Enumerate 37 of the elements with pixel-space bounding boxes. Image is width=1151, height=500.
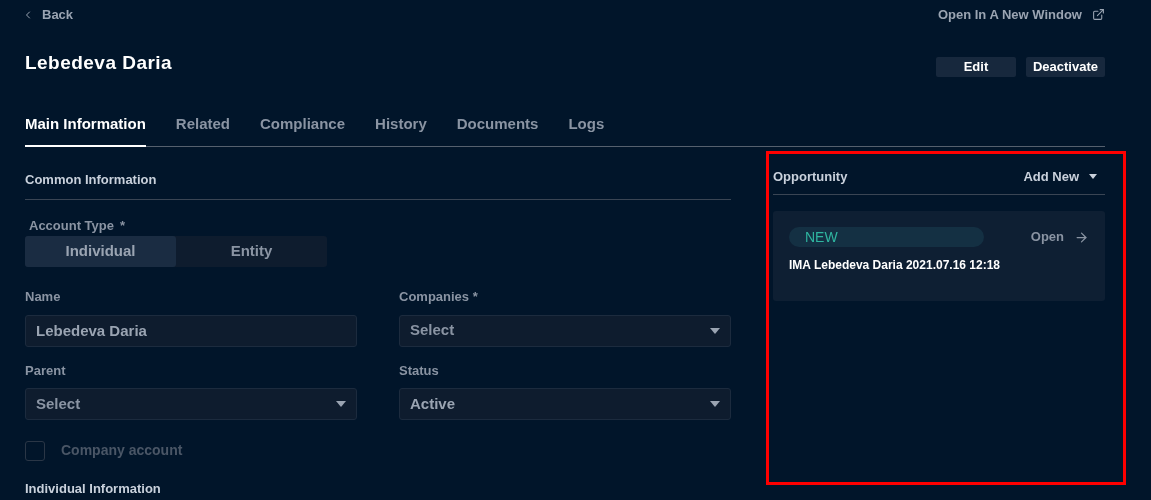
field-label: Parent	[25, 361, 67, 380]
required-mark: *	[120, 216, 126, 235]
segment-option[interactable]: Entity	[176, 236, 327, 267]
segment-option[interactable]: Individual	[25, 236, 176, 267]
caret-icon	[710, 401, 720, 407]
open-new-window-link[interactable]: Open In A New Window	[937, 5, 1105, 25]
tab[interactable]: Related	[175, 113, 230, 147]
field-label: Account Type	[29, 216, 114, 235]
caret-icon	[336, 401, 346, 407]
opportunity-name: IMA Lebedeva Daria 2021.07.16 12:18	[789, 257, 1001, 274]
tab[interactable]: Logs	[568, 113, 605, 147]
tab[interactable]: Compliance	[260, 113, 346, 147]
tab[interactable]: History	[375, 113, 427, 147]
caret-icon	[1089, 173, 1097, 179]
select-field[interactable]: Active	[399, 388, 731, 420]
section-title: Opportunity	[773, 167, 848, 186]
status-tag: NEW	[789, 227, 984, 247]
select-field[interactable]: Select	[25, 388, 357, 420]
open-link[interactable]: Open	[1030, 227, 1089, 247]
deactivate-button[interactable]: Deactivate	[1025, 56, 1105, 77]
caret-icon	[710, 327, 720, 334]
section-title: Individual Information	[25, 480, 162, 498]
field-label: Companies *	[399, 288, 479, 306]
back-link[interactable]: Back	[22, 5, 74, 25]
external-link-icon	[1092, 8, 1105, 22]
field-label: Status	[399, 361, 440, 380]
select-field[interactable]: Select	[399, 314, 731, 347]
edit-button[interactable]: Edit	[935, 56, 1016, 77]
field-label: Name	[25, 288, 62, 306]
tab[interactable]: Documents	[456, 113, 539, 147]
tab[interactable]: Main Information	[25, 113, 146, 147]
section-title: Common Information	[25, 171, 157, 187]
add-new-dropdown[interactable]: Add New	[1023, 166, 1105, 186]
page-title: Lebedeva Daria	[25, 50, 173, 75]
checkbox-label: Company account	[61, 441, 183, 460]
name-field[interactable]: Lebedeva Daria	[25, 314, 357, 347]
arrow-right-icon	[1074, 229, 1089, 245]
